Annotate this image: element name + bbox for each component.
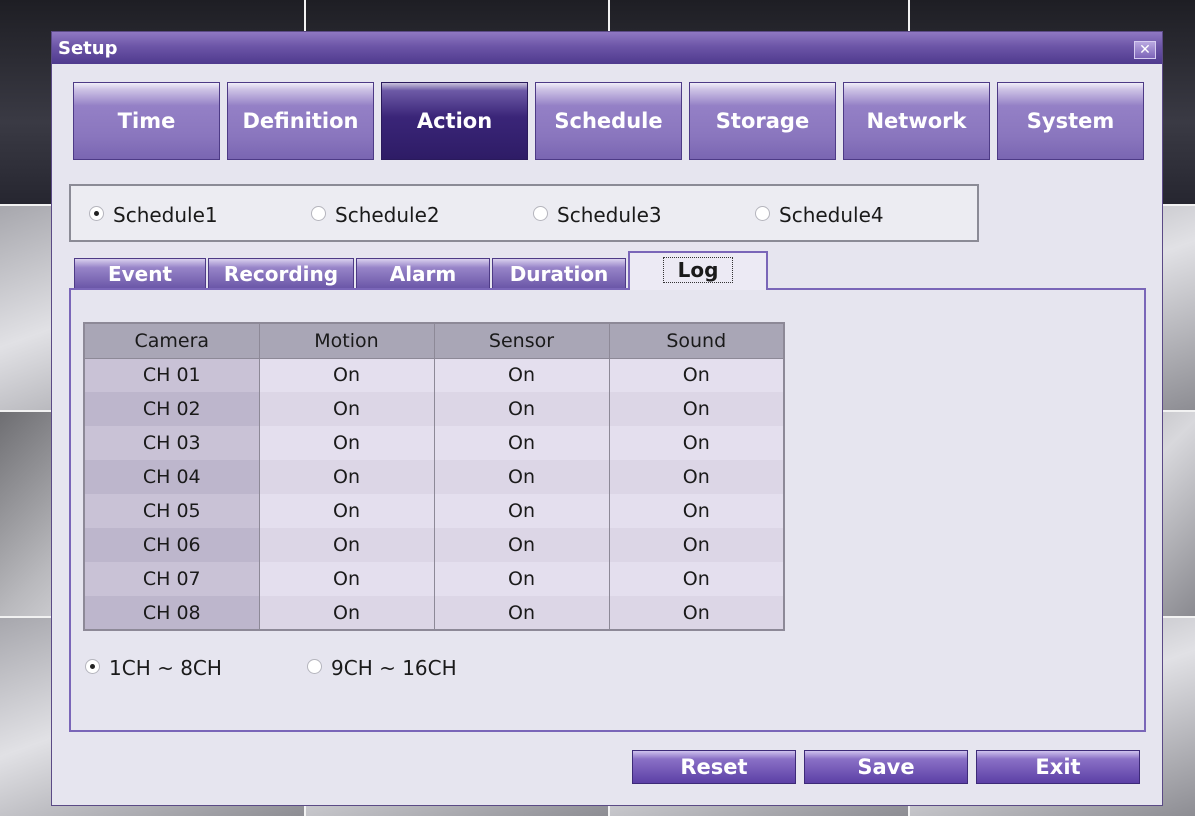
window-title: Setup: [58, 38, 118, 59]
tab-storage[interactable]: Storage: [689, 82, 836, 160]
reset-button[interactable]: Reset: [632, 750, 796, 784]
subtab-alarm[interactable]: Alarm: [356, 258, 490, 288]
radio-icon: [85, 659, 100, 674]
radio-icon: [89, 206, 104, 221]
table-row: CH 01 On On On: [83, 358, 785, 392]
camera-cell: CH 02: [83, 392, 260, 426]
channel-range-label: 1CH ~ 8CH: [109, 656, 222, 680]
header-sensor: Sensor: [433, 322, 610, 359]
camera-cell: CH 07: [83, 562, 260, 596]
schedule3-label: Schedule3: [557, 203, 662, 227]
sensor-cell[interactable]: On: [433, 494, 610, 528]
sound-cell[interactable]: On: [608, 528, 785, 562]
motion-cell[interactable]: On: [258, 528, 435, 562]
table-row: CH 05 On On On: [83, 494, 785, 528]
tab-action[interactable]: Action: [381, 82, 528, 160]
close-icon[interactable]: ✕: [1134, 41, 1156, 59]
sound-cell[interactable]: On: [608, 392, 785, 426]
motion-cell[interactable]: On: [258, 392, 435, 426]
sensor-cell[interactable]: On: [433, 528, 610, 562]
camera-cell: CH 01: [83, 358, 260, 392]
sensor-cell[interactable]: On: [433, 562, 610, 596]
schedule1-label: Schedule1: [113, 203, 218, 227]
tab-time[interactable]: Time: [73, 82, 220, 160]
table-row: CH 07 On On On: [83, 562, 785, 596]
subtab-event[interactable]: Event: [74, 258, 206, 288]
sound-cell[interactable]: On: [608, 358, 785, 392]
setup-window: Setup ✕ Time Definition Action Schedule …: [51, 31, 1163, 806]
radio-icon: [755, 206, 770, 221]
sensor-cell[interactable]: On: [433, 460, 610, 494]
header-motion: Motion: [258, 322, 435, 359]
sound-cell[interactable]: On: [608, 596, 785, 630]
tab-definition[interactable]: Definition: [227, 82, 374, 160]
camera-cell: CH 05: [83, 494, 260, 528]
title-bar[interactable]: Setup ✕: [52, 32, 1162, 64]
motion-cell[interactable]: On: [258, 596, 435, 630]
header-sound: Sound: [608, 322, 785, 359]
sound-cell[interactable]: On: [608, 460, 785, 494]
schedule-selector: Schedule1 Schedule2 Schedule3 Schedule4: [69, 184, 979, 242]
motion-cell[interactable]: On: [258, 494, 435, 528]
sensor-cell[interactable]: On: [433, 358, 610, 392]
table-header-row: Camera Motion Sensor Sound: [83, 322, 785, 359]
table-row: CH 04 On On On: [83, 460, 785, 494]
radio-icon: [307, 659, 322, 674]
camera-cell: CH 04: [83, 460, 260, 494]
motion-cell[interactable]: On: [258, 460, 435, 494]
save-button[interactable]: Save: [804, 750, 968, 784]
sound-cell[interactable]: On: [608, 562, 785, 596]
table-row: CH 08 On On On: [83, 596, 785, 630]
channel-range-label: 9CH ~ 16CH: [331, 656, 457, 680]
camera-cell: CH 06: [83, 528, 260, 562]
log-table: Camera Motion Sensor Sound CH 01 On On O…: [83, 322, 785, 631]
exit-button[interactable]: Exit: [976, 750, 1140, 784]
table-row: CH 06 On On On: [83, 528, 785, 562]
motion-cell[interactable]: On: [258, 562, 435, 596]
log-panel: Camera Motion Sensor Sound CH 01 On On O…: [69, 288, 1146, 732]
sound-cell[interactable]: On: [608, 426, 785, 460]
tab-network[interactable]: Network: [843, 82, 990, 160]
camera-cell: CH 08: [83, 596, 260, 630]
radio-icon: [533, 206, 548, 221]
radio-icon: [311, 206, 326, 221]
motion-cell[interactable]: On: [258, 426, 435, 460]
sensor-cell[interactable]: On: [433, 426, 610, 460]
table-row: CH 02 On On On: [83, 392, 785, 426]
motion-cell[interactable]: On: [258, 358, 435, 392]
sound-cell[interactable]: On: [608, 494, 785, 528]
tab-system[interactable]: System: [997, 82, 1144, 160]
subtab-recording[interactable]: Recording: [208, 258, 354, 288]
table-row: CH 03 On On On: [83, 426, 785, 460]
header-camera: Camera: [83, 322, 260, 359]
subtab-log[interactable]: Log: [628, 251, 768, 290]
subtab-duration[interactable]: Duration: [492, 258, 626, 288]
camera-cell: CH 03: [83, 426, 260, 460]
sensor-cell[interactable]: On: [433, 392, 610, 426]
subtab-log-label: Log: [662, 257, 734, 283]
schedule2-label: Schedule2: [335, 203, 440, 227]
schedule4-label: Schedule4: [779, 203, 884, 227]
sensor-cell[interactable]: On: [433, 596, 610, 630]
tab-schedule[interactable]: Schedule: [535, 82, 682, 160]
